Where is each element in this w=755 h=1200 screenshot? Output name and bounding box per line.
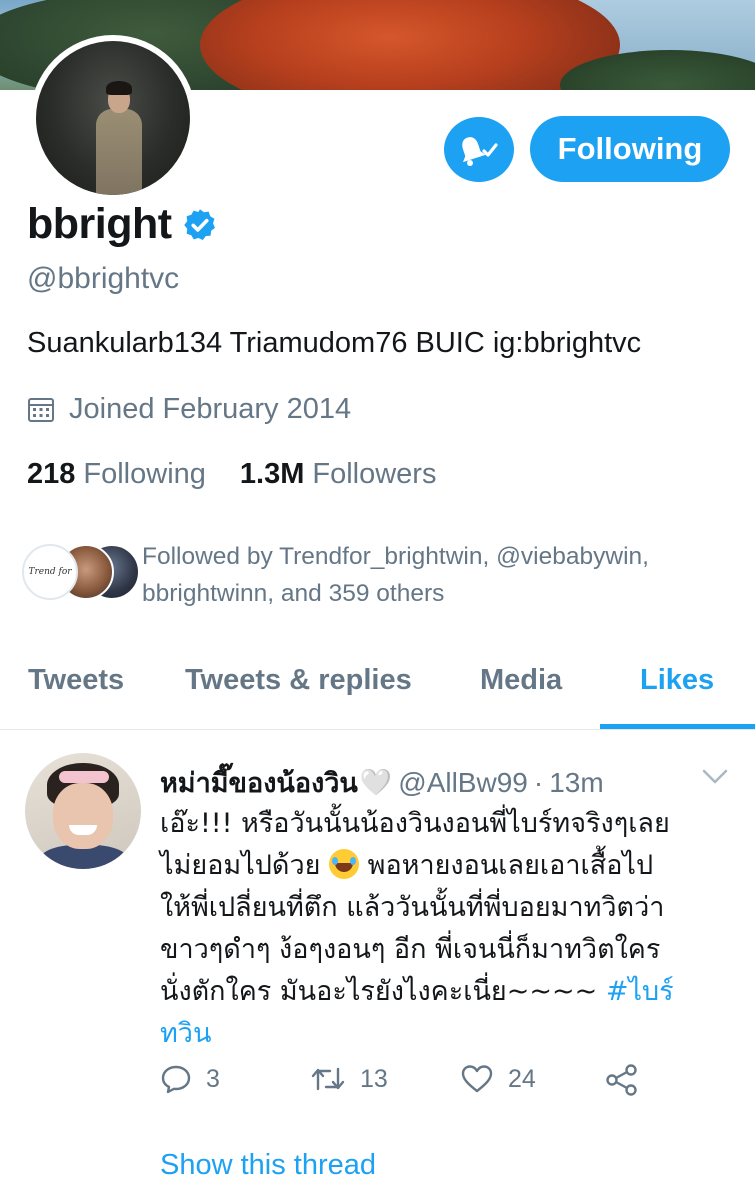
followers-count-link[interactable]: 1.3M Followers [240,458,437,491]
tab-tweets[interactable]: Tweets [28,664,124,697]
retweet-icon [311,1067,345,1091]
reply-icon [161,1065,191,1094]
tweet-actions: 3 13 24 [160,1063,660,1103]
retweet-button[interactable]: 13 [310,1063,388,1095]
notifications-toggle-button[interactable] [444,117,514,182]
avatar-headband [59,771,109,783]
like-count: 24 [508,1064,536,1093]
like-button[interactable]: 24 [460,1063,536,1095]
profile-name-row: bbright [27,200,218,249]
tweet-line-segment: นั่งตักใคร มันอะไรยังไงคะเนี่ย~~~~ [160,976,598,1007]
followers-count: 1.3M [239,458,305,490]
profile-handle: @bbrightvc [27,262,180,295]
followed-by-row[interactable]: Trend for Followed by Trendfor_brightwin… [22,540,732,612]
reply-count: 3 [206,1064,220,1093]
hashtag-link-continued[interactable]: ทวิน [160,1018,211,1049]
share-icon [606,1064,637,1096]
tweet-author-handle[interactable]: @AllBw99 [398,767,528,799]
profile-joined-row: Joined February 2014 [27,393,351,426]
tweet-card[interactable]: หม่ามี๊ของน้องวิน 🤍 @AllBw99 · 13m เอ๊ะ!… [0,731,755,1200]
followed-by-avatars: Trend for [22,540,140,604]
reply-button[interactable]: 3 [160,1063,220,1095]
avatar-face [53,783,113,849]
retweet-count: 13 [360,1064,388,1093]
tweet-line-segment: พอหายงอนเลยเอาเสื้อไป [367,850,654,881]
followed-by-line-1: Followed by Trendfor_brightwin, @viebaby… [142,543,649,570]
tweet-line: ไม่ยอมไปด้วย พอหายงอนเลยเอาเสื้อไป [160,845,740,887]
tweet-line: นั่งตักใคร มันอะไรยังไงคะเนี่ย~~~~ #ไบร์ [160,971,740,1013]
tab-tweets-replies[interactable]: Tweets & replies [185,664,412,697]
profile-joined-date: Joined February 2014 [69,393,352,425]
tweet-line: เอ๊ะ!!! หรือวันนั้นน้องวินงอนพี่ไบร์ทจริ… [160,808,670,839]
heart-icon [461,1065,493,1093]
hashtag-link[interactable]: #ไบร์ [606,976,674,1007]
chevron-down-icon[interactable] [700,767,730,787]
laughing-tears-emoji-icon [329,849,360,879]
profile-counts: 218 Following 1.3M Followers [27,458,436,491]
tweet-line-segment: ไม่ยอมไปด้วย [160,850,321,881]
followed-by-text: Followed by Trendfor_brightwin, @viebaby… [142,538,649,612]
show-thread-link[interactable]: Show this thread [160,1149,376,1182]
profile-avatar[interactable] [36,41,190,195]
follower-avatar-trendfor: Trend for [22,544,78,600]
white-heart-icon: 🤍 [359,767,393,798]
tweet-line: ขาวๆดำๆ ง้อๆงอนๆ อีก พี่เจนนี่ก็มาทวิตใค… [160,934,661,965]
followers-label: Followers [312,458,437,490]
tweet-header: หม่ามี๊ของน้องวิน 🤍 @AllBw99 · 13m [160,761,680,804]
bell-check-icon [462,136,498,166]
tweet-line: ทวิน [160,1013,740,1055]
tweet-text: เอ๊ะ!!! หรือวันนั้นน้องวินงอนพี่ไบร์ทจริ… [160,803,740,1055]
following-button[interactable]: Following [530,116,730,182]
avatar-person-body [96,109,142,195]
follower-avatar-text: Trend for [28,567,72,577]
tweet-separator-dot: · [533,766,544,798]
tweet-line: ให้พี่เปลี่ยนที่ตึก แล้ววันนั้นที่พี่บอย… [160,892,665,923]
tab-likes[interactable]: Likes [640,664,714,697]
active-tab-indicator [600,724,755,729]
verified-badge-icon [183,208,215,240]
following-count: 218 [27,458,76,490]
followed-by-line-2: bbrightwinn, and 359 others [142,580,445,607]
share-button[interactable] [605,1063,639,1097]
following-label: Following [83,458,206,490]
tweet-author-avatar[interactable] [25,753,141,869]
banner-foliage-red [200,0,620,90]
calendar-icon [28,397,54,422]
following-count-link[interactable]: 218 Following [27,458,206,491]
tab-media[interactable]: Media [480,664,562,697]
avatar-person-hair [106,81,132,95]
tweet-timestamp[interactable]: 13m [549,767,603,799]
profile-bio: Suankularb134 Triamudom76 BUIC ig:bbrigh… [27,327,642,359]
tweet-author-name[interactable]: หม่ามี๊ของน้องวิน [160,761,358,804]
profile-avatar-ring[interactable] [30,35,196,201]
profile-display-name: bbright [27,200,172,248]
profile-tabs: Tweets Tweets & replies Media Likes [0,650,755,730]
